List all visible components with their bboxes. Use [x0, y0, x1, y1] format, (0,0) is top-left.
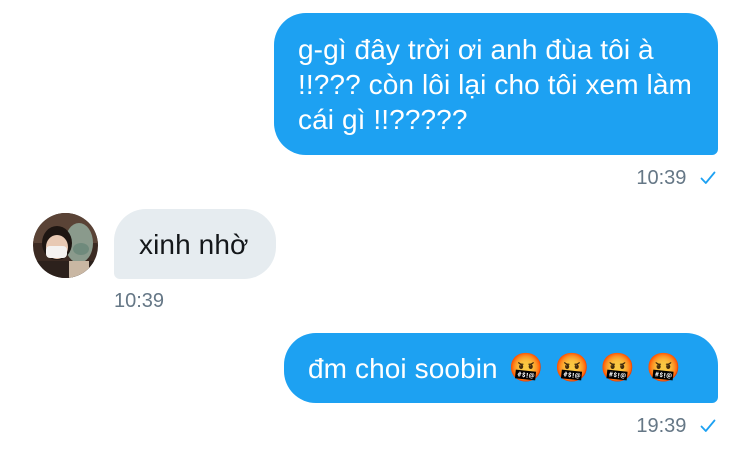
cursing-face-emoji: 🤬 [646, 352, 682, 384]
cursing-face-emoji: 🤬 [554, 352, 590, 384]
cursing-face-emoji: 🤬 [600, 352, 636, 384]
user-avatar[interactable] [33, 213, 98, 278]
message-timestamp: 10:39 [114, 290, 165, 312]
message-timestamp: 19:39 [636, 415, 687, 437]
cursing-face-emoji: 🤬 [508, 352, 544, 384]
check-icon [700, 415, 716, 439]
message-meta: 10:39 [114, 289, 164, 313]
message-timestamp: 10:39 [636, 167, 687, 189]
check-icon [700, 167, 716, 191]
conversation-view: g-gì đây trời ơi anh đùa tôi à !!??? còn… [0, 0, 750, 457]
outgoing-message-bubble[interactable]: đm choi soobin 🤬 🤬 🤬 🤬 [284, 333, 718, 403]
incoming-message-bubble[interactable]: xinh nhờ [114, 209, 276, 279]
message-meta: 10:39 [636, 166, 716, 191]
message-meta: 19:39 [636, 414, 716, 439]
message-text: xinh nhờ [139, 229, 249, 260]
message-text: đm choi soobin [308, 353, 498, 384]
message-text: g-gì đây trời ơi anh đùa tôi à !!??? còn… [298, 34, 692, 135]
outgoing-message-bubble[interactable]: g-gì đây trời ơi anh đùa tôi à !!??? còn… [274, 13, 718, 155]
